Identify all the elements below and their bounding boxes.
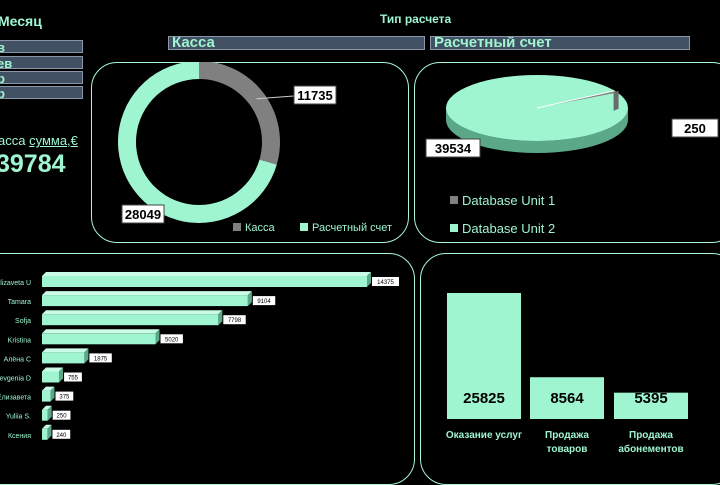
summary-label-prefix: асса [0, 133, 26, 148]
vbar-data-label-1: 8564 [550, 390, 584, 407]
hbar-data-label-5: 755 [68, 376, 79, 382]
month-slicer-title: Месяц [0, 13, 42, 29]
hbar-category-label-2: Sofja [15, 318, 31, 325]
hbar-bar-top-2 [42, 310, 223, 315]
payment-option-kassa[interactable]: Касса [168, 36, 425, 50]
pie3d-data-label-1: 39534 [435, 141, 472, 156]
month-option-0[interactable]: в [0, 40, 83, 53]
donut-data-label-0: 11735 [297, 88, 332, 103]
employee-bar-chart: lizaveta U 14375 Tamara 9104 Sofja 7798 Kristi… [0, 272, 399, 440]
hbar-data-label-4: 1875 [94, 356, 108, 362]
donut-legend-swatch-1 [300, 223, 308, 231]
donut-data-label-1: 28049 [125, 207, 161, 222]
hbar-data-label-6: 375 [59, 395, 70, 401]
hbar-bar-top-3 [42, 329, 160, 334]
hbar-category-label-7: Yuliia S. [6, 414, 31, 421]
hbar-data-label-7: 250 [57, 414, 68, 420]
month-option-2[interactable]: р [0, 71, 83, 84]
summary-label: асса сумма,€ [0, 133, 78, 148]
donut-legend-label-1: Расчетный счет [312, 222, 392, 234]
payment-option-account[interactable]: Расчетный счет [430, 36, 690, 50]
hbar-bar-4 [42, 352, 85, 364]
pie3d-legend-label-1: Database Unit 2 [462, 221, 555, 236]
hbar-bar-2 [42, 314, 219, 326]
hbar-bar-top-0 [42, 272, 371, 276]
hbar-bar-0 [42, 276, 367, 287]
donut-legend-label-0: Касса [245, 222, 276, 234]
pie3d-data-label-0: 250 [684, 121, 706, 136]
vbar-category-label-1-0: Продажа [545, 430, 589, 441]
hbar-data-label-2: 7798 [228, 318, 242, 324]
hbar-category-label-4: Алёна С [4, 356, 31, 363]
hbar-bar-5 [42, 371, 60, 383]
hbar-bar-3 [42, 333, 156, 345]
vbar-data-label-0: 25825 [463, 390, 505, 407]
vbar-category-label-2-1: абонементов [618, 443, 683, 455]
donut-chart: 11735 28049 Касса Расчетный счет [117, 62, 392, 234]
hbar-data-label-3: 5020 [165, 337, 179, 343]
hbar-data-label-8: 240 [56, 433, 67, 439]
month-option-1[interactable]: ев [0, 56, 83, 69]
hbar-category-label-1: Tamara [8, 299, 31, 306]
hbar-bar-top-4 [42, 348, 89, 353]
vbar-category-label-2-0: Продажа [629, 430, 673, 441]
hbar-data-label-0: 14375 [377, 280, 394, 286]
hbar-bar-6 [42, 390, 51, 402]
pie3d-legend-label-0: Database Unit 1 [462, 193, 555, 208]
summary-value: 39784 [0, 150, 66, 178]
vbar-category-label-1-1: товаров [547, 444, 588, 455]
category-bar-chart: 25825 Оказание услуг 8564 Продажа товаров 539… [446, 293, 688, 455]
hbar-bar-top-1 [42, 291, 252, 296]
pie3d-chart: 250 39534 Database Unit 1 Database Unit 2 [425, 75, 719, 236]
donut-slice-0 [199, 62, 280, 165]
month-option-3[interactable]: р [0, 86, 83, 99]
donut-legend-swatch-0 [233, 223, 241, 231]
hbar-category-label-3: Kristina [8, 337, 31, 344]
hbar-bar-7 [42, 409, 48, 421]
payment-slicer-title: Тип расчета [380, 12, 452, 26]
summary-label-main: сумма,€ [29, 133, 78, 148]
hbar-bar-1 [42, 295, 248, 307]
pie3d-slice-0-side [613, 90, 619, 111]
vbar-data-label-2: 5395 [634, 390, 667, 407]
hbar-category-label-6: Елизавета [0, 395, 31, 402]
hbar-category-label-0: lizaveta U [0, 280, 31, 287]
vbar-category-label-0-0: Оказание услуг [446, 430, 522, 441]
hbar-bar-8 [42, 428, 48, 440]
hbar-category-label-5: evgenia D [0, 376, 31, 383]
pie3d-legend-swatch-1 [450, 224, 458, 232]
pie3d-legend-swatch-0 [450, 196, 458, 204]
hbar-category-label-8: Ксения [8, 433, 31, 440]
hbar-data-label-1: 9104 [257, 299, 271, 305]
